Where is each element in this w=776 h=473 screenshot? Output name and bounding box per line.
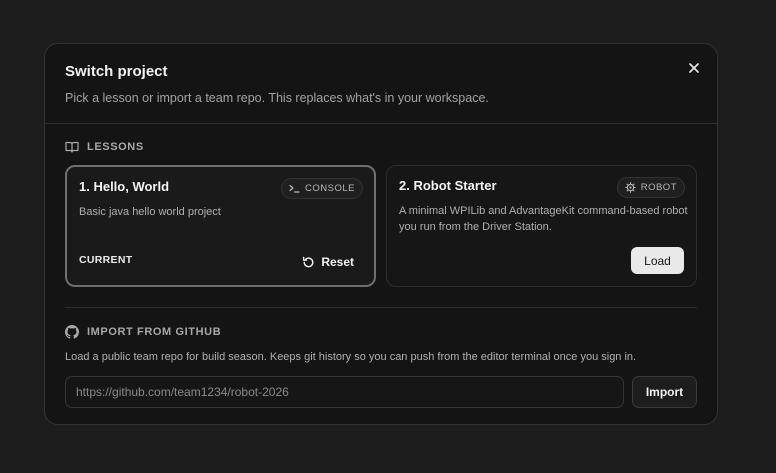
- reset-button-label: Reset: [321, 255, 354, 269]
- dialog-subtitle: Pick a lesson or import a team repo. Thi…: [65, 91, 489, 105]
- badge-label: CONSOLE: [305, 183, 355, 194]
- badge-label: ROBOT: [640, 182, 677, 193]
- dialog-header: Switch project Pick a lesson or import a…: [45, 44, 717, 124]
- import-button[interactable]: Import: [632, 376, 697, 408]
- lesson-card-robot-starter[interactable]: 2. Robot Starter ROBOT A minimal WPILib …: [386, 165, 697, 287]
- reset-button[interactable]: Reset: [302, 255, 354, 269]
- close-button[interactable]: [685, 59, 703, 77]
- lesson-card-title: 2. Robot Starter: [399, 178, 497, 193]
- github-icon: [65, 325, 79, 339]
- lesson-card-hello-world[interactable]: 1. Hello, World CONSOLE Basic java hello…: [65, 165, 376, 287]
- lesson-card-description: Basic java hello world project: [79, 206, 221, 218]
- close-icon: [689, 63, 699, 73]
- section-divider: [65, 307, 697, 308]
- gear-icon: [624, 182, 636, 193]
- lessons-label-text: LESSONS: [87, 141, 144, 153]
- switch-project-dialog: Switch project Pick a lesson or import a…: [44, 43, 718, 425]
- current-status-label: CURRENT: [79, 254, 133, 266]
- book-icon: [65, 141, 79, 153]
- reset-icon: [303, 256, 314, 267]
- lessons-section-label: LESSONS: [65, 141, 144, 153]
- github-section-label: IMPORT FROM GITHUB: [65, 325, 221, 339]
- lesson-type-badge: ROBOT: [616, 177, 685, 198]
- lesson-card-description: A minimal WPILib and AdvantageKit comman…: [399, 205, 688, 233]
- lesson-card-title: 1. Hello, World: [79, 179, 170, 194]
- load-button[interactable]: Load: [631, 247, 684, 274]
- repo-url-input[interactable]: [65, 376, 624, 408]
- dialog-title: Switch project: [65, 63, 168, 80]
- terminal-icon: [289, 184, 300, 193]
- lesson-type-badge: CONSOLE: [281, 178, 363, 199]
- github-import-description: Load a public team repo for build season…: [65, 351, 637, 363]
- github-label-text: IMPORT FROM GITHUB: [87, 326, 222, 338]
